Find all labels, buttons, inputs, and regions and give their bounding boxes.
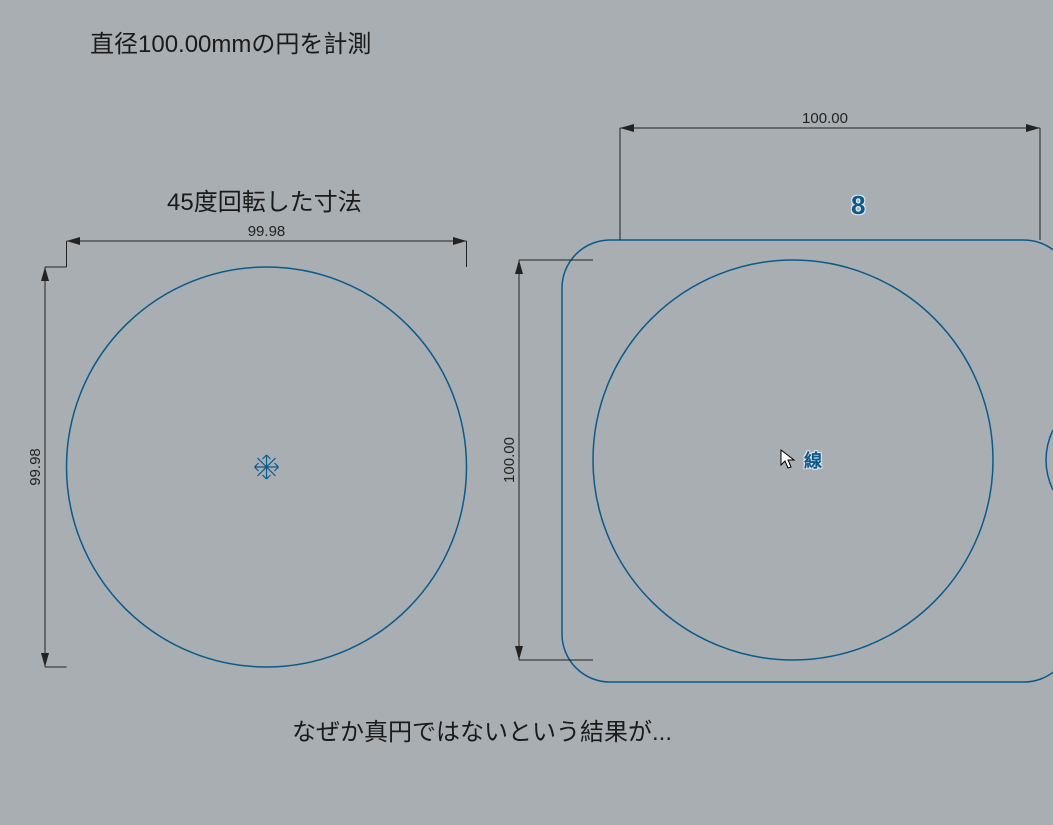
partial-arc[interactable] xyxy=(1046,430,1053,490)
right-dim-vertical[interactable]: 100.00 xyxy=(501,260,593,660)
left-dim-vertical[interactable]: 99.98 xyxy=(27,267,67,667)
cad-canvas[interactable]: 99.98 99.98 xyxy=(0,0,1053,825)
rounded-rect[interactable] xyxy=(562,240,1053,682)
right-dim-h-value: 100.00 xyxy=(802,110,848,127)
left-dim-horizontal[interactable]: 99.98 xyxy=(67,223,467,267)
left-dim-v-value: 99.98 xyxy=(27,448,44,486)
right-circle[interactable] xyxy=(593,260,993,660)
left-dim-h-value: 99.98 xyxy=(248,223,286,240)
left-group: 99.98 99.98 xyxy=(27,223,467,667)
right-dim-v-value: 100.00 xyxy=(501,437,518,483)
constraint-icon xyxy=(255,455,279,479)
right-dim-horizontal[interactable]: 100.00 xyxy=(620,110,1040,240)
right-group: 100.00 100.00 xyxy=(501,110,1053,682)
